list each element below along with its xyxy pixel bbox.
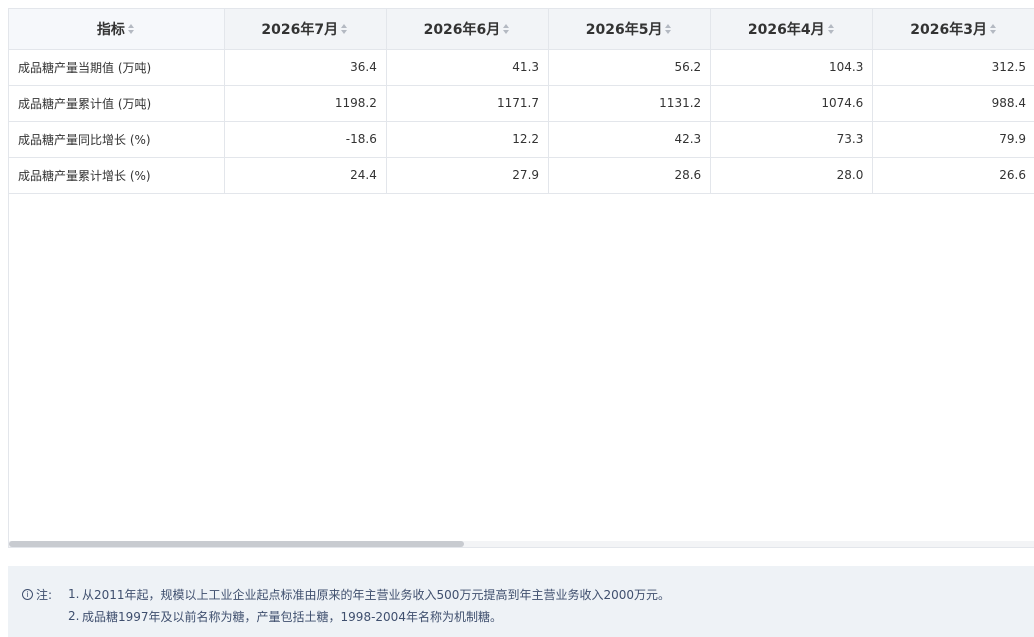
column-header-2026-04[interactable]: 2026年4月 [710,9,874,50]
notes-label: 注: [36,587,53,602]
table-cell: 1198.2 [224,85,387,122]
table-row: 成品糖产量同比增长 (%) -18.6 12.2 42.3 73.3 79.9 [9,121,1034,158]
note-text: 从2011年起，规模以上工业企业起点标准由原来的年主营业务收入500万元提高到年… [82,587,670,602]
table-cell: 36.4 [224,49,387,86]
table-cell: 104.3 [710,49,874,86]
table-cell: 312.5 [872,49,1034,86]
column-header-label: 指标 [96,21,125,38]
table-row: 成品糖产量累计值 (万吨) 1198.2 1171.7 1131.2 1074.… [9,85,1034,122]
sort-icon[interactable] [665,22,673,36]
table-cell: 1171.7 [386,85,550,122]
column-header-indicator[interactable]: 指标 [9,9,225,50]
note-item: i 注: 1. 从2011年起，规模以上工业企业起点标准由原来的年主营业务收入5… [22,583,1034,605]
sort-icon[interactable] [503,22,511,36]
column-header-2026-03[interactable]: 2026年3月 [872,9,1034,50]
row-label-cell: 成品糖产量累计增长 (%) [9,157,225,194]
table-row: 成品糖产量累计增长 (%) 24.4 27.9 28.6 28.0 26.6 [9,157,1034,194]
table-cell: 41.3 [386,49,550,86]
note-number: 2. [68,609,80,623]
notes-heading: i 注: [22,586,68,603]
note-item: 2. 成品糖1997年及以前名称为糖，产量包括土糖，1998-2004年名称为机… [22,605,1034,627]
sort-icon[interactable] [341,22,349,36]
table-cell: 12.2 [386,121,550,158]
sort-icon[interactable] [990,22,998,36]
table-cell: 988.4 [872,85,1034,122]
horizontal-scrollbar[interactable] [9,541,1034,547]
sort-icon[interactable] [827,22,836,36]
data-table-container: 指标 2026年7月 2026年6月 2026年5月 2026年4月 2026年… [8,8,1034,548]
row-label-cell: 成品糖产量同比增长 (%) [9,121,225,158]
table-cell: 27.9 [386,157,550,194]
scrollbar-thumb[interactable] [9,541,464,547]
table-cell: 28.6 [548,157,712,194]
note-number: 1. [68,587,80,601]
table-row: 成品糖产量当期值 (万吨) 36.4 41.3 56.2 104.3 312.5 [9,49,1034,86]
table-cell: 28.0 [710,157,874,194]
table-cell: 79.9 [872,121,1034,158]
info-icon: i [22,588,33,600]
column-header-2026-07[interactable]: 2026年7月 [224,9,387,50]
column-header-label: 2026年5月 [585,21,663,38]
column-header-2026-05[interactable]: 2026年5月 [548,9,712,50]
column-header-label: 2026年7月 [261,21,339,38]
column-header-label: 2026年6月 [423,21,501,38]
row-label-cell: 成品糖产量当期值 (万吨) [9,49,225,86]
data-table: 指标 2026年7月 2026年6月 2026年5月 2026年4月 2026年… [9,9,1034,194]
note-text: 成品糖1997年及以前名称为糖，产量包括土糖，1998-2004年名称为机制糖。 [82,609,502,624]
table-cell: 1074.6 [710,85,874,122]
table-cell: 73.3 [710,121,874,158]
table-cell: 26.6 [872,157,1034,194]
sort-icon[interactable] [127,22,136,36]
table-cell: 56.2 [548,49,712,86]
notes-panel: i 注: 1. 从2011年起，规模以上工业企业起点标准由原来的年主营业务收入5… [8,566,1034,637]
table-header-row: 指标 2026年7月 2026年6月 2026年5月 2026年4月 2026年… [9,9,1034,50]
table-cell: 1131.2 [548,85,712,122]
column-header-label: 2026年4月 [747,21,825,38]
row-label-cell: 成品糖产量累计值 (万吨) [9,85,225,122]
table-cell: 24.4 [224,157,387,194]
column-header-2026-06[interactable]: 2026年6月 [386,9,550,50]
table-cell: 42.3 [548,121,712,158]
column-header-label: 2026年3月 [910,21,988,38]
table-cell: -18.6 [224,121,387,158]
